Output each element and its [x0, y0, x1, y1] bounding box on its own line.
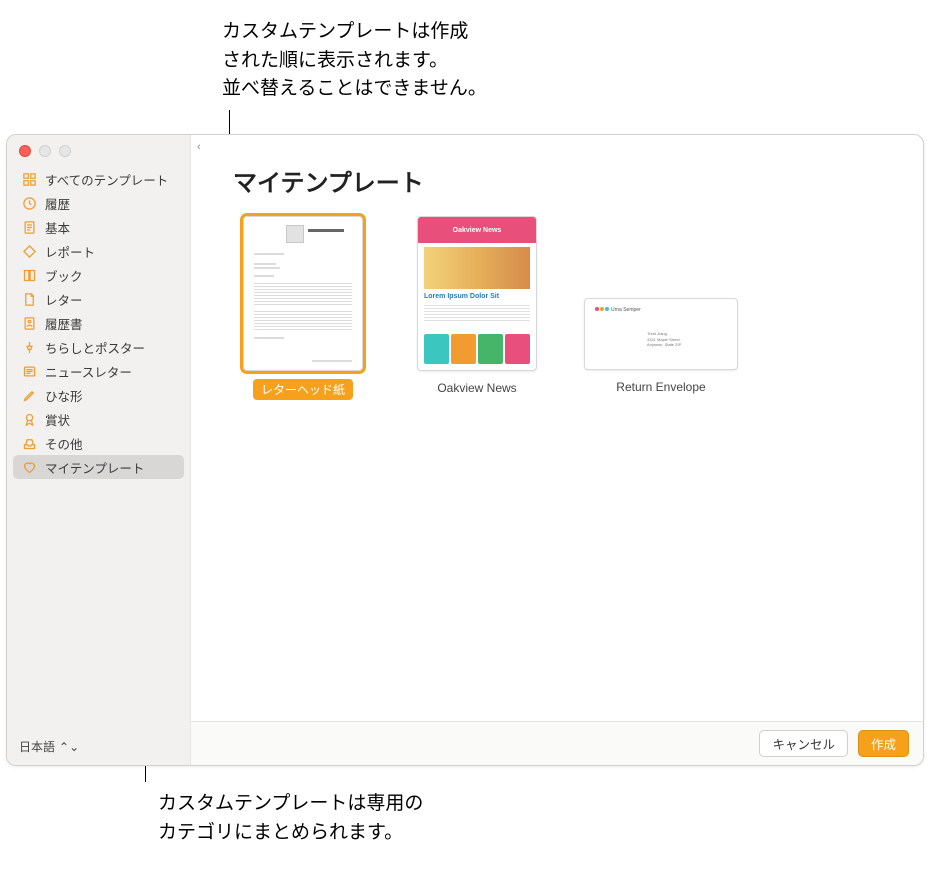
- callout-bottom: カスタムテンプレートは専用の カテゴリにまとめられます。: [158, 790, 423, 847]
- newsletter-banner: Oakview News: [453, 227, 502, 234]
- sidebar-item-basic[interactable]: 基本: [13, 215, 184, 239]
- sidebar-item-reports[interactable]: レポート: [13, 239, 184, 263]
- template-item-oakview[interactable]: Oakview News Lorem Ipsum Dolor Sit Oakvi…: [407, 216, 547, 397]
- sidebar-item-label: レター: [45, 290, 83, 309]
- template-thumbnail: Oakview News Lorem Ipsum Dolor Sit: [417, 216, 537, 371]
- template-item-letterhead[interactable]: レターヘッド紙: [233, 216, 373, 400]
- sidebar-toggle-icon[interactable]: ‹: [197, 141, 201, 153]
- person-icon: [21, 315, 37, 331]
- sidebar-item-stationery[interactable]: ひな形: [13, 383, 184, 407]
- create-button[interactable]: 作成: [858, 730, 909, 757]
- language-label: 日本語: [19, 738, 55, 755]
- sidebar-item-label: マイテンプレート: [45, 458, 144, 477]
- minimize-icon[interactable]: [39, 145, 51, 157]
- updown-icon: ⌃⌄: [59, 740, 79, 754]
- page-title: マイテンプレート: [191, 135, 923, 206]
- sidebar-item-letters[interactable]: レター: [13, 287, 184, 311]
- sidebar-item-label: 賞状: [45, 410, 70, 429]
- template-grid: レターヘッド紙 Oakview News Lorem Ipsum Dolor S…: [191, 206, 923, 400]
- template-label: Oakview News: [429, 379, 524, 397]
- sidebar-item-label: 基本: [45, 218, 70, 237]
- sidebar-item-label: ひな形: [45, 386, 83, 405]
- callout-top: カスタムテンプレートは作成 された順に表示されます。 並べ替えることはできません…: [222, 18, 487, 104]
- footer-bar: キャンセル 作成: [191, 721, 923, 765]
- award-icon: [21, 411, 37, 427]
- sidebar-item-flyers[interactable]: ちらしとポスター: [13, 335, 184, 359]
- news-icon: [21, 363, 37, 379]
- close-icon[interactable]: [19, 145, 31, 157]
- template-thumbnail: Urna Semper Trent Jiang4321 Maple Street…: [584, 298, 738, 370]
- diamond-icon: [21, 243, 37, 259]
- heart-icon: [21, 459, 37, 475]
- template-item-envelope[interactable]: Urna Semper Trent Jiang4321 Maple Street…: [581, 216, 741, 396]
- sidebar-item-miscellaneous[interactable]: その他: [13, 431, 184, 455]
- sidebar: すべてのテンプレート 履歴 基本 レポート ブック レター: [7, 135, 191, 765]
- zoom-icon[interactable]: [59, 145, 71, 157]
- folded-icon: [21, 291, 37, 307]
- sidebar-item-books[interactable]: ブック: [13, 263, 184, 287]
- sidebar-item-label: レポート: [45, 242, 95, 261]
- sidebar-item-label: ブック: [45, 266, 83, 285]
- template-thumbnail: [243, 216, 363, 371]
- clock-icon: [21, 195, 37, 211]
- sidebar-item-mytemplates[interactable]: マイテンプレート: [13, 455, 184, 479]
- grid-icon: [21, 171, 37, 187]
- sidebar-item-label: 履歴書: [45, 314, 83, 333]
- cancel-button[interactable]: キャンセル: [759, 730, 848, 757]
- sidebar-item-certificates[interactable]: 賞状: [13, 407, 184, 431]
- doc-icon: [21, 219, 37, 235]
- template-label: Return Envelope: [608, 378, 713, 396]
- newsletter-headline: Lorem Ipsum Dolor Sit: [424, 293, 499, 300]
- sidebar-item-label: その他: [45, 434, 83, 453]
- sidebar-item-recent[interactable]: 履歴: [13, 191, 184, 215]
- template-label: レターヘッド紙: [253, 379, 353, 400]
- sidebar-item-newsletters[interactable]: ニュースレター: [13, 359, 184, 383]
- sidebar-item-resumes[interactable]: 履歴書: [13, 311, 184, 335]
- sidebar-item-label: ニュースレター: [45, 362, 132, 381]
- category-list: すべてのテンプレート 履歴 基本 レポート ブック レター: [7, 163, 190, 479]
- sidebar-item-label: すべてのテンプレート: [45, 170, 168, 189]
- pencil-icon: [21, 387, 37, 403]
- language-picker[interactable]: 日本語 ⌃⌄: [7, 728, 190, 765]
- sidebar-item-label: 履歴: [45, 194, 70, 213]
- window-controls: [7, 135, 190, 163]
- pin-icon: [21, 339, 37, 355]
- sidebar-item-all[interactable]: すべてのテンプレート: [13, 167, 184, 191]
- tray-icon: [21, 435, 37, 451]
- template-chooser-window: すべてのテンプレート 履歴 基本 レポート ブック レター: [6, 134, 924, 766]
- sidebar-item-label: ちらしとポスター: [45, 338, 145, 357]
- book-icon: [21, 267, 37, 283]
- main-panel: ‹ マイテンプレート レターヘッド紙 Oakv: [191, 135, 923, 765]
